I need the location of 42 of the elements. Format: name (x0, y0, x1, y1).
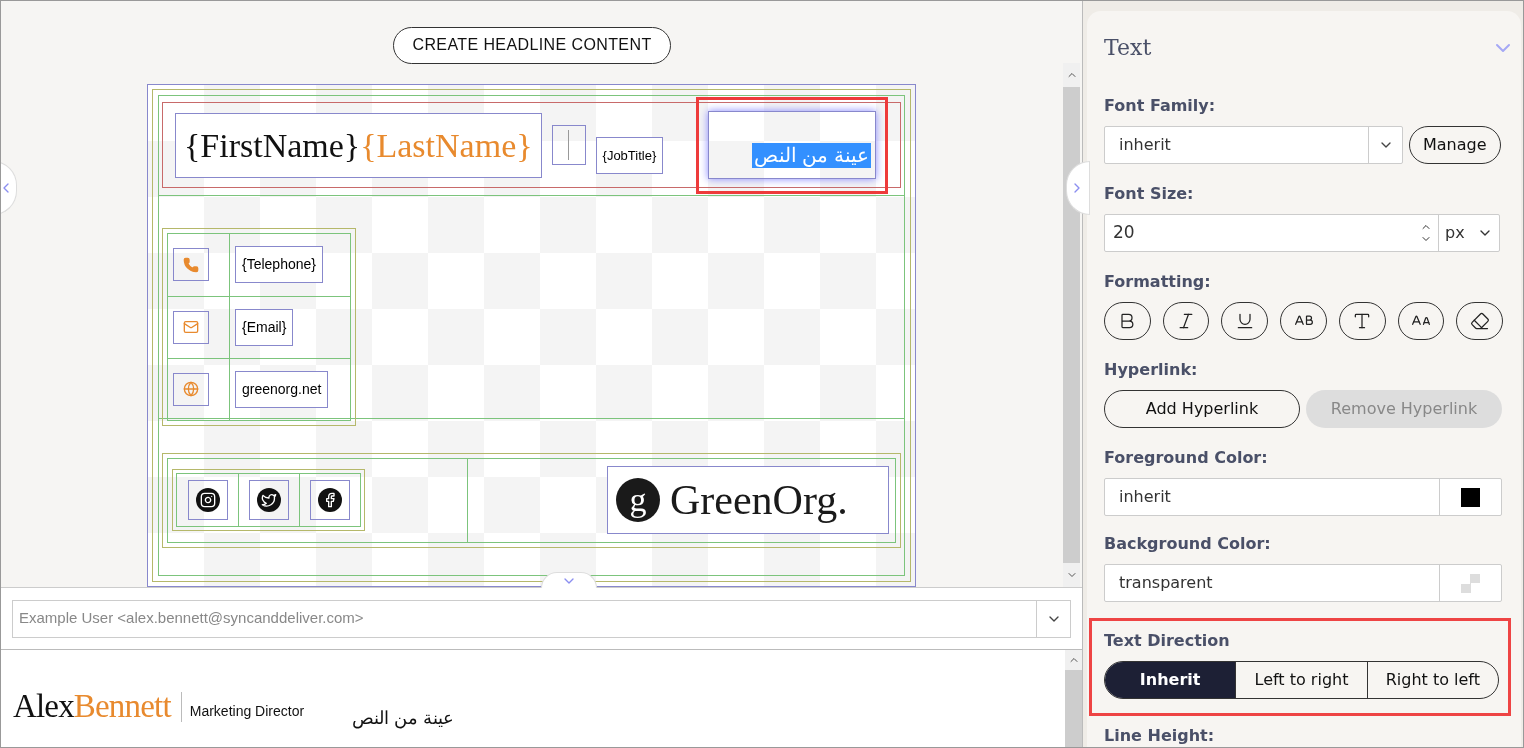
direction-option[interactable]: Right to left (1366, 662, 1498, 698)
line-height-label: Line Height: (1104, 725, 1216, 747)
arabic-text: عينة من النص (751, 143, 871, 169)
facebook-icon (318, 488, 342, 513)
job-title-field[interactable]: {JobTitle} (595, 136, 664, 175)
hyperlink-label: Hyperlink: (1104, 359, 1199, 381)
twitter-icon (257, 488, 281, 513)
web-icon (183, 381, 199, 398)
social-icon-frame[interactable] (310, 480, 350, 521)
create-headline-button[interactable]: CREATE HEADLINE CONTENT (393, 27, 671, 64)
formatting-label: Formatting: (1104, 271, 1212, 293)
preview-job-title: Marketing Director (189, 702, 305, 721)
contact-icon-frame[interactable] (173, 372, 209, 406)
contact-field[interactable]: {Telephone} (235, 246, 323, 284)
divider-field[interactable] (551, 125, 586, 166)
instagram-icon (195, 488, 220, 513)
background-color-label: Background Color: (1104, 533, 1272, 555)
preview-arabic-text: عينة من النص (352, 707, 455, 731)
contact-icon-frame[interactable] (173, 248, 209, 282)
email-icon (183, 319, 199, 336)
social-icon-frame[interactable] (187, 480, 228, 521)
direction-option[interactable]: Left to right (1235, 662, 1367, 698)
direction-option[interactable]: Inherit (1105, 662, 1236, 698)
social-icon-frame[interactable] (249, 480, 289, 521)
font-size-label: Font Size: (1104, 183, 1195, 205)
phone-icon (183, 256, 199, 273)
name-field[interactable]: {FirstName}{LastName} (175, 112, 542, 178)
contact-icon-frame[interactable] (173, 310, 209, 344)
font-family-label: Font Family: (1104, 95, 1217, 117)
contact-field[interactable]: greenorg.net (235, 370, 329, 408)
font-family-select[interactable]: inherit (1104, 126, 1403, 164)
contact-field[interactable]: {Email} (235, 308, 294, 346)
foreground-color-label: Foreground Color: (1104, 447, 1269, 469)
preview-name: AlexBennett (13, 686, 171, 726)
logo-field[interactable]: g GreenOrg. (607, 466, 889, 535)
logo-text: GreenOrg. (670, 475, 848, 525)
logo-mark: g (616, 478, 660, 523)
panel-title: Text (1104, 34, 1152, 62)
text-direction-label: Text Direction (1104, 630, 1231, 652)
preview-scrollbar[interactable] (1065, 650, 1082, 747)
clear-icon (1469, 311, 1490, 331)
scrollbar[interactable] (1063, 63, 1080, 587)
